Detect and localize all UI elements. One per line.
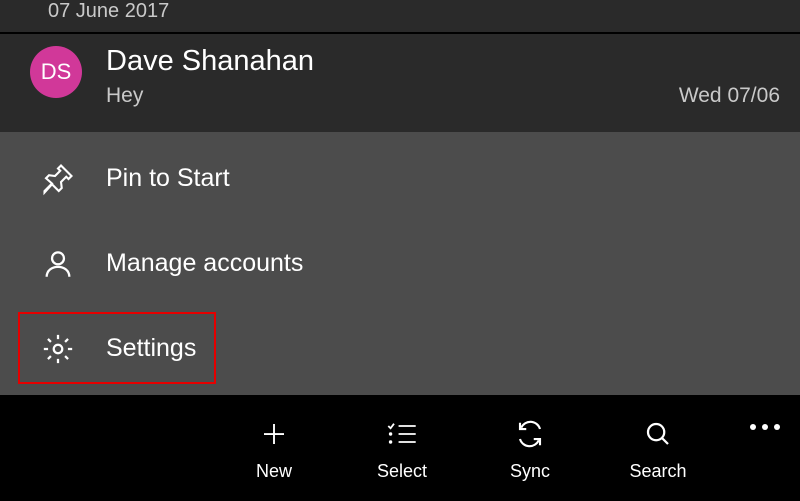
sync-icon [515,415,545,453]
toolbar-label: Sync [510,461,550,482]
search-icon [643,415,673,453]
menu-item-label: Settings [106,334,196,363]
pin-icon [38,161,78,197]
email-list-item[interactable]: DS Dave Shanahan Hey Wed 07/06 [0,34,800,134]
bottom-toolbar: New Select Sync Search [0,396,800,501]
email-timestamp: Wed 07/06 [679,84,780,108]
toolbar-label: Select [377,461,427,482]
email-subject: Hey [106,84,143,108]
person-icon [38,247,78,281]
sync-button[interactable]: Sync [466,415,594,482]
menu-item-manage-accounts[interactable]: Manage accounts [0,221,800,306]
ellipsis-icon [750,424,756,430]
email-sender: Dave Shanahan [106,44,780,78]
new-button[interactable]: New [210,415,338,482]
search-button[interactable]: Search [594,415,722,482]
more-button[interactable] [750,424,780,430]
toolbar-label: New [256,461,292,482]
date-group-header: 07 June 2017 [0,0,800,32]
avatar: DS [30,46,82,98]
toolbar-label: Search [629,461,686,482]
checklist-icon [386,415,418,453]
select-button[interactable]: Select [338,415,466,482]
menu-item-label: Pin to Start [106,164,230,193]
context-menu: Pin to Start Manage accounts Settings [0,132,800,395]
menu-item-pin-to-start[interactable]: Pin to Start [0,136,800,221]
menu-item-settings[interactable]: Settings [0,306,800,391]
menu-item-label: Manage accounts [106,249,303,278]
avatar-initials: DS [41,59,72,85]
gear-icon [38,332,78,366]
plus-icon [259,415,289,453]
date-group-label: 07 June 2017 [48,0,169,23]
